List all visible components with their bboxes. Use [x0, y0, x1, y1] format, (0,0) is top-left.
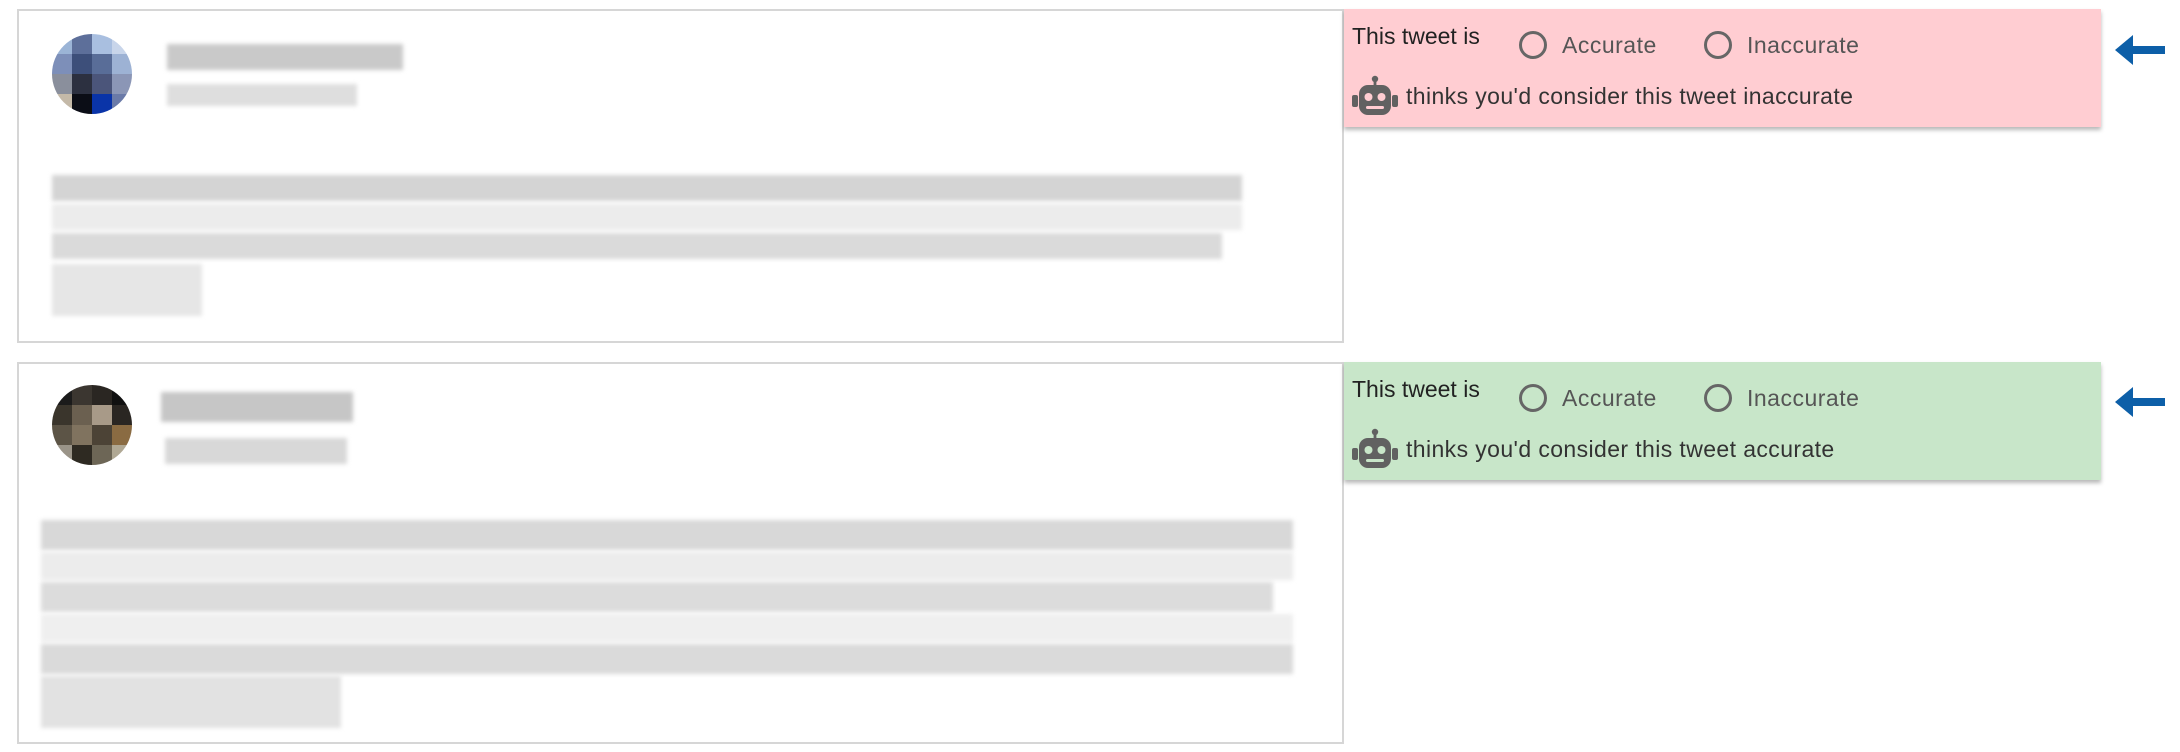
ai-prediction: thinks you'd consider this tweet inaccur…: [1352, 75, 1853, 117]
author-handle: [165, 438, 347, 464]
ai-prediction-text: thinks you'd consider this tweet accurat…: [1406, 435, 1835, 462]
inaccurate-label[interactable]: Inaccurate: [1747, 32, 1859, 59]
author-name: [161, 392, 353, 422]
radio-circle-icon[interactable]: [1704, 384, 1732, 412]
annotation-panel: This tweet is Accurate Inaccurate thinks…: [1344, 9, 2101, 127]
accurate-label[interactable]: Accurate: [1562, 385, 1657, 412]
radio-circle-icon[interactable]: [1519, 31, 1547, 59]
avatar: [52, 385, 132, 465]
ai-prediction: thinks you'd consider this tweet accurat…: [1352, 428, 1835, 470]
author-handle: [167, 84, 357, 106]
tweet-card: [17, 9, 1344, 343]
annotation-prompt: This tweet is: [1352, 376, 1480, 402]
avatar: [52, 34, 132, 114]
robot-icon: [1352, 75, 1398, 115]
arrow-left-icon: [2115, 35, 2165, 65]
radio-circle-icon[interactable]: [1704, 31, 1732, 59]
ai-prediction-text: thinks you'd consider this tweet inaccur…: [1406, 82, 1854, 109]
accurate-radio[interactable]: Accurate: [1519, 384, 1657, 412]
accurate-radio[interactable]: Accurate: [1519, 31, 1657, 59]
inaccurate-radio[interactable]: Inaccurate: [1704, 31, 1859, 59]
robot-icon: [1352, 428, 1398, 468]
radio-circle-icon[interactable]: [1519, 384, 1547, 412]
annotation-panel: This tweet is Accurate Inaccurate thinks…: [1344, 362, 2101, 480]
author-name: [167, 44, 403, 70]
annotation-prompt: This tweet is: [1352, 23, 1480, 49]
arrow-left-icon: [2115, 387, 2165, 417]
accurate-label[interactable]: Accurate: [1562, 32, 1657, 59]
inaccurate-label[interactable]: Inaccurate: [1747, 385, 1859, 412]
tweet-card: [17, 362, 1344, 744]
inaccurate-radio[interactable]: Inaccurate: [1704, 384, 1859, 412]
